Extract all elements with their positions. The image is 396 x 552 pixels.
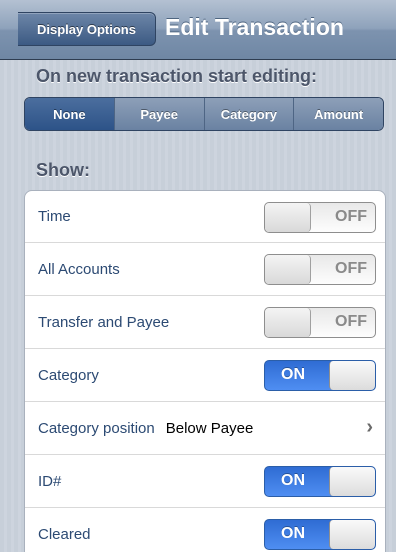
- toggle-knob: [329, 520, 375, 549]
- table-row-category-position[interactable]: Category position Below Payee ›: [25, 402, 385, 455]
- toggle-state: ON: [281, 472, 305, 489]
- row-label: Cleared: [38, 525, 91, 543]
- segment-none[interactable]: None: [25, 98, 115, 130]
- show-options-table: Time OFF All Accounts OFF Transfer and P…: [24, 190, 386, 552]
- row-label: Category: [38, 366, 99, 384]
- toggle-knob: [329, 467, 375, 496]
- back-button-label: Display Options: [37, 21, 136, 37]
- toggle-state: OFF: [335, 260, 367, 277]
- table-row-id: ID# ON: [25, 455, 385, 508]
- toggle-state: ON: [281, 366, 305, 383]
- transfer-and-payee-toggle[interactable]: OFF: [264, 307, 376, 338]
- table-row-time: Time OFF: [25, 191, 385, 243]
- row-label: All Accounts: [38, 260, 120, 278]
- editing-section-header: On new transaction start editing:: [36, 66, 318, 86]
- chevron-right-icon: ›: [366, 416, 373, 438]
- table-row-category: Category ON: [25, 349, 385, 402]
- category-toggle[interactable]: ON: [264, 360, 376, 391]
- toggle-knob: [329, 361, 375, 390]
- toggle-knob: [265, 308, 311, 337]
- table-row-cleared: Cleared ON: [25, 508, 385, 552]
- toggle-state: OFF: [335, 313, 367, 330]
- category-position-value: Below Payee: [165, 419, 254, 437]
- toggle-state: OFF: [335, 208, 367, 225]
- segment-category[interactable]: Category: [204, 98, 295, 130]
- row-label: Transfer and Payee: [38, 313, 170, 331]
- all-accounts-toggle[interactable]: OFF: [264, 254, 376, 285]
- table-row-all-accounts: All Accounts OFF: [25, 243, 385, 296]
- row-label: ID#: [38, 472, 62, 490]
- id-toggle[interactable]: ON: [264, 466, 376, 497]
- show-section-header: Show:: [36, 160, 90, 180]
- toggle-state: ON: [281, 525, 305, 542]
- start-editing-segmented-control: None Payee Category Amount: [24, 97, 384, 131]
- table-row-transfer-and-payee: Transfer and Payee OFF: [25, 296, 385, 349]
- page-title: Edit Transaction: [165, 14, 344, 40]
- row-label: Time: [38, 208, 71, 225]
- segment-payee[interactable]: Payee: [114, 98, 205, 130]
- toggle-knob: [265, 203, 311, 232]
- segment-amount[interactable]: Amount: [294, 98, 383, 130]
- cleared-toggle[interactable]: ON: [264, 519, 376, 550]
- back-button[interactable]: Display Options: [18, 12, 156, 46]
- time-toggle[interactable]: OFF: [264, 202, 376, 233]
- edit-transaction-screen: Display Options Edit Transaction On new …: [0, 0, 396, 552]
- row-label: Category position: [38, 419, 155, 437]
- toggle-knob: [265, 255, 311, 284]
- navigation-bar: Display Options Edit Transaction: [0, 0, 396, 60]
